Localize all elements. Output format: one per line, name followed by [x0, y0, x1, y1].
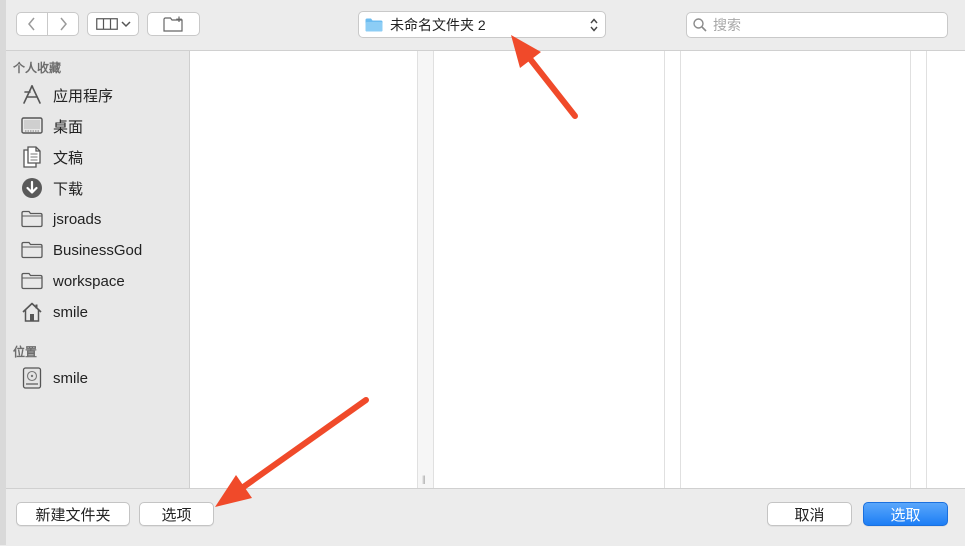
column-resize-divider[interactable] [664, 51, 681, 488]
path-popup-button[interactable]: 未命名文件夹 2 [358, 11, 606, 38]
chevron-down-icon [120, 21, 131, 28]
sidebar-item-label: 下载 [53, 180, 84, 198]
back-button[interactable] [17, 13, 47, 35]
sidebar-item-applications[interactable]: 应用程序 [21, 82, 181, 108]
favorites-header: 个人收藏 [13, 61, 62, 75]
sidebar-item-disk[interactable]: smile [21, 365, 181, 391]
applications-icon [21, 84, 43, 106]
sidebar-item-downloads[interactable]: 下载 [21, 175, 181, 201]
disk-icon [21, 367, 43, 389]
sidebar-item-label: 桌面 [53, 118, 84, 136]
search-field[interactable] [686, 12, 948, 38]
toolbar: 未命名文件夹 2 [6, 0, 965, 51]
new-folder-icon [162, 16, 183, 32]
sidebar-item-label: jsroads [53, 210, 102, 228]
folder-icon [21, 208, 43, 230]
folder-icon [365, 18, 383, 31]
sidebar-item-jsroads[interactable]: jsroads [21, 206, 181, 232]
sidebar-item-label: BusinessGod [53, 241, 143, 259]
browser-column[interactable] [681, 51, 910, 488]
choose-button[interactable]: 选取 [863, 502, 948, 526]
browser-column[interactable] [190, 51, 417, 488]
chevron-left-icon [28, 17, 35, 31]
column-resize-divider[interactable]: || [417, 51, 434, 488]
column-browser: || [190, 51, 965, 488]
sidebar-item-documents[interactable]: 文稿 [21, 144, 181, 170]
sidebar-item-businessgod[interactable]: BusinessGod [21, 237, 181, 263]
folder-icon [21, 239, 43, 261]
sidebar-item-label: 文稿 [53, 149, 84, 167]
column-view-icon [95, 18, 118, 30]
cancel-button[interactable]: 取消 [767, 502, 852, 526]
resize-handle-icon[interactable]: || [422, 474, 426, 484]
downloads-icon [21, 177, 43, 199]
sidebar-item-label: smile [53, 303, 89, 321]
sidebar: 个人收藏 应用程序 桌面 文稿 下载 jsroads BusinessGod w… [6, 51, 190, 488]
browser-column[interactable] [927, 51, 965, 488]
up-down-chevron-icon [590, 18, 598, 32]
home-icon [21, 301, 43, 323]
view-mode-button[interactable] [87, 12, 139, 36]
sidebar-item-desktop[interactable]: 桌面 [21, 113, 181, 139]
folder-icon [21, 270, 43, 292]
column-resize-divider[interactable] [910, 51, 927, 488]
sidebar-item-workspace[interactable]: workspace [21, 268, 181, 294]
browser-column[interactable] [434, 51, 664, 488]
navigation-buttons [16, 12, 79, 36]
sidebar-item-label: 应用程序 [53, 87, 114, 105]
search-input[interactable] [711, 16, 935, 34]
locations-header: 位置 [13, 345, 38, 359]
new-folder-toolbar-button[interactable] [147, 12, 200, 36]
documents-icon [21, 146, 43, 168]
new-folder-button[interactable]: 新建文件夹 [16, 502, 130, 526]
options-button[interactable]: 选项 [139, 502, 214, 526]
sidebar-item-home[interactable]: smile [21, 299, 181, 325]
search-icon [693, 18, 707, 32]
sidebar-item-label: smile [53, 369, 89, 387]
forward-button[interactable] [47, 13, 78, 35]
chevron-right-icon [60, 17, 67, 31]
bottom-bar: 新建文件夹 选项 取消 选取 [6, 488, 965, 546]
desktop-icon [21, 115, 43, 137]
sidebar-item-label: workspace [53, 272, 125, 290]
path-label: 未命名文件夹 2 [390, 16, 486, 33]
